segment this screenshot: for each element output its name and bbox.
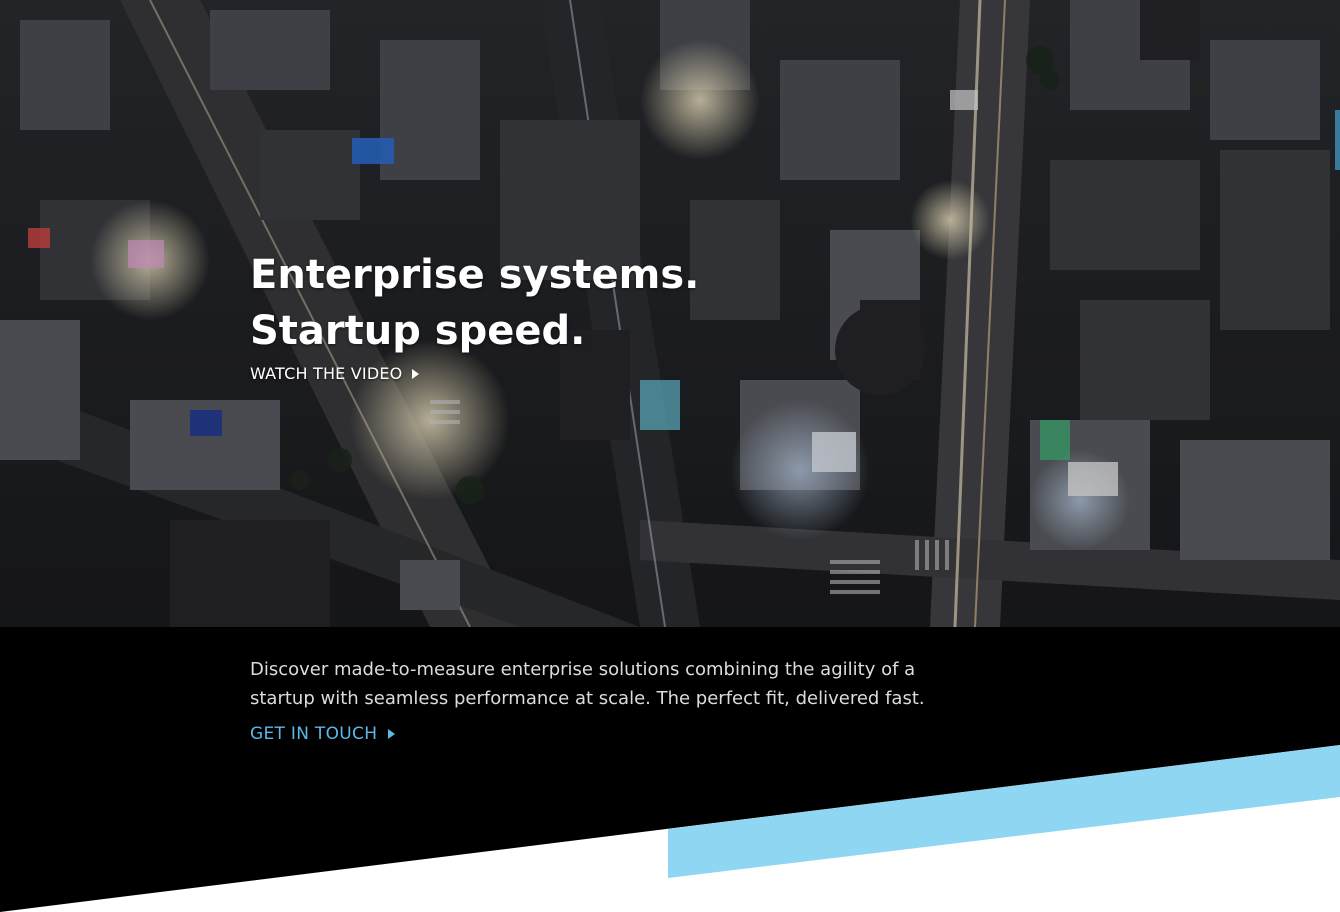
watch-video-link[interactable]: WATCH THE VIDEO: [250, 364, 420, 383]
hero-headline-line-1: Enterprise systems.: [250, 252, 700, 298]
play-triangle-icon: [412, 368, 420, 379]
intro-section: Discover made-to-measure enterprise solu…: [250, 655, 970, 744]
hero-section: Enterprise systems. Startup speed. WATCH…: [0, 0, 1340, 627]
arrow-right-triangle-icon: [388, 729, 396, 739]
hero-headline-line-2: Startup speed.: [250, 308, 586, 354]
hero-headline: Enterprise systems. Startup speed.: [250, 247, 950, 359]
hero-text-block: Enterprise systems. Startup speed. WATCH…: [250, 247, 950, 384]
intro-description: Discover made-to-measure enterprise solu…: [250, 659, 925, 709]
get-in-touch-link[interactable]: GET IN TOUCH: [250, 724, 396, 744]
watch-video-label: WATCH THE VIDEO: [250, 364, 403, 383]
page: Enterprise systems. Startup speed. WATCH…: [0, 0, 1340, 912]
get-in-touch-label: GET IN TOUCH: [250, 724, 378, 744]
